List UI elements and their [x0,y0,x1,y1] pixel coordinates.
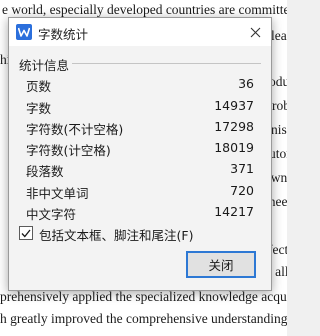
stat-value: 36 [238,76,254,91]
stat-value: 17298 [214,119,254,134]
stat-row-chars-no-spaces: 字符数(不计空格) 17298 [26,119,254,137]
wps-app-icon [16,24,32,40]
document-line: rob [272,98,287,113]
stat-row-chinese-chars: 中文字符 14217 [26,204,254,222]
document-line: nis [271,122,287,137]
stat-value: 720 [230,183,254,198]
document-line: e world, especially developed countries … [2,2,287,17]
close-icon[interactable] [245,22,265,42]
stat-label: 段落数 [26,164,64,179]
stat-value: 18019 [214,140,254,155]
checkmark-icon [21,229,31,237]
include-textboxes-checkbox[interactable] [19,226,33,240]
stat-label: 字符数(不计空格) [26,122,124,137]
stat-label: 中文字符 [26,207,77,222]
word-count-dialog: 字数统计 统计信息 页数 36 字数 14937 字符数(不计空格) 17298… [8,17,272,291]
stat-row-words: 字数 14937 [26,98,254,116]
stat-row-pages: 页数 36 [26,76,254,94]
stat-label: 非中文单词 [26,186,89,201]
stat-value: 14217 [214,204,254,219]
stat-label: 页数 [26,79,52,94]
close-button[interactable]: 关闭 [186,251,256,278]
dialog-titlebar[interactable]: 字数统计 [9,18,271,46]
include-textboxes-label: 包括文本框、脚注和尾注(F) [39,228,194,243]
dialog-title: 字数统计 [38,27,89,42]
stat-label: 字符数(计空格) [26,143,111,158]
stat-row-paragraphs: 段落数 371 [26,161,254,179]
stat-label: 字数 [26,101,52,116]
stat-row-non-chinese-words: 非中文单词 720 [26,183,254,201]
section-label: 统计信息 [19,55,73,74]
document-line: h greatly improved the comprehensive und… [0,311,287,326]
include-textboxes-option[interactable]: 包括文本框、脚注和尾注(F) [19,225,259,243]
stat-row-chars-with-spaces: 字符数(计空格) 18019 [26,140,254,158]
stat-value: 371 [230,161,254,176]
document-line: prehensively applied the specialized kno… [0,289,287,304]
document-line: leart [271,28,287,43]
stat-value: 14937 [214,98,254,113]
